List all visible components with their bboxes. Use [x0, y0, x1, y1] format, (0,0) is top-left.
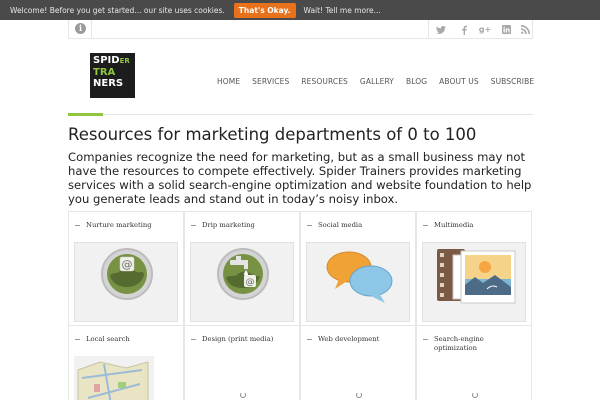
- thumbnail: @: [190, 242, 294, 322]
- linkedin-icon[interactable]: [496, 20, 516, 39]
- loading-icon: [356, 392, 362, 398]
- google-plus-icon[interactable]: g+: [475, 20, 495, 39]
- tile-label: Search-engine optimization: [434, 335, 484, 352]
- tile-label: Drip marketing: [202, 221, 255, 229]
- thumbnail: @: [74, 242, 178, 322]
- divider: [428, 20, 429, 39]
- drip-faucet-icon: @: [216, 247, 270, 301]
- dash-icon: [307, 225, 312, 226]
- nav-item-gallery[interactable]: GALLERY: [360, 77, 394, 86]
- resource-tile-drip-marketing[interactable]: Drip marketing @: [184, 211, 300, 326]
- resource-tile-social-media[interactable]: Social media: [300, 211, 416, 326]
- top-utility-bar: i g+: [68, 20, 533, 39]
- rss-icon[interactable]: [515, 20, 535, 39]
- tile-label: Web development: [318, 335, 380, 343]
- logo-text: ER: [119, 57, 130, 65]
- cookie-accept-button[interactable]: That's Okay.: [233, 2, 296, 18]
- email-globe-icon: @: [100, 247, 154, 301]
- film-photo-icon: [435, 245, 521, 315]
- map-icon: [74, 356, 154, 400]
- nav-item-services[interactable]: SERVICES: [252, 77, 289, 86]
- info-icon[interactable]: i: [75, 23, 86, 34]
- logo-text: TRA: [93, 67, 116, 78]
- site-logo[interactable]: SPIDER TRA NERS: [90, 53, 135, 98]
- dash-icon: [423, 339, 428, 340]
- nav-item-subscribe[interactable]: SUBSCRIBE: [491, 77, 534, 86]
- speech-bubbles-icon: [325, 245, 395, 309]
- tile-label: Nurture marketing: [86, 221, 152, 229]
- divider: [91, 20, 92, 39]
- tile-label: Social media: [318, 221, 363, 229]
- resource-tile-web-development[interactable]: Web development: [300, 325, 416, 400]
- nav-item-about-us[interactable]: ABOUT US: [439, 77, 479, 86]
- dash-icon: [191, 339, 196, 340]
- logo-text: NERS: [93, 78, 124, 89]
- resource-tile-local-search[interactable]: Local search: [68, 325, 184, 400]
- svg-text:@: @: [246, 278, 255, 288]
- loading-icon: [472, 392, 478, 398]
- resource-tile-search-engine-optimization[interactable]: Search-engine optimization: [416, 325, 532, 400]
- header-divider: [68, 114, 533, 115]
- cookie-banner: Welcome! Before you get started... our s…: [0, 0, 600, 20]
- dash-icon: [423, 225, 428, 226]
- intro-paragraph: Companies recognize the need for marketi…: [68, 150, 532, 206]
- resource-tile-multimedia[interactable]: Multimedia: [416, 211, 532, 326]
- thumbnail: [422, 242, 526, 322]
- nav-item-home[interactable]: HOME: [217, 77, 240, 86]
- thumbnail: [306, 242, 410, 322]
- logo-text: SPID: [93, 55, 120, 66]
- facebook-icon[interactable]: [454, 20, 474, 39]
- resource-tile-nurture-marketing[interactable]: Nurture marketing @: [68, 211, 184, 326]
- main-nav: HOME SERVICES RESOURCES GALLERY BLOG ABO…: [217, 77, 534, 86]
- tile-label: Local search: [86, 335, 130, 343]
- svg-text:@: @: [122, 258, 133, 271]
- dash-icon: [191, 225, 196, 226]
- dash-icon: [307, 339, 312, 340]
- tile-label: Multimedia: [434, 221, 474, 229]
- resource-tile-design-print-media[interactable]: Design (print media): [184, 325, 300, 400]
- dash-icon: [75, 225, 80, 226]
- header-accent-bar: [68, 113, 103, 116]
- dash-icon: [75, 339, 80, 340]
- cookie-message: Welcome! Before you get started... our s…: [10, 5, 225, 15]
- cookie-more-link[interactable]: Wait! Tell me more...: [304, 6, 381, 15]
- loading-icon: [240, 392, 246, 398]
- nav-item-resources[interactable]: RESOURCES: [301, 77, 348, 86]
- twitter-icon[interactable]: [431, 20, 451, 39]
- tile-label: Design (print media): [202, 335, 274, 343]
- nav-item-blog[interactable]: BLOG: [406, 77, 427, 86]
- page-title: Resources for marketing departments of 0…: [68, 125, 477, 144]
